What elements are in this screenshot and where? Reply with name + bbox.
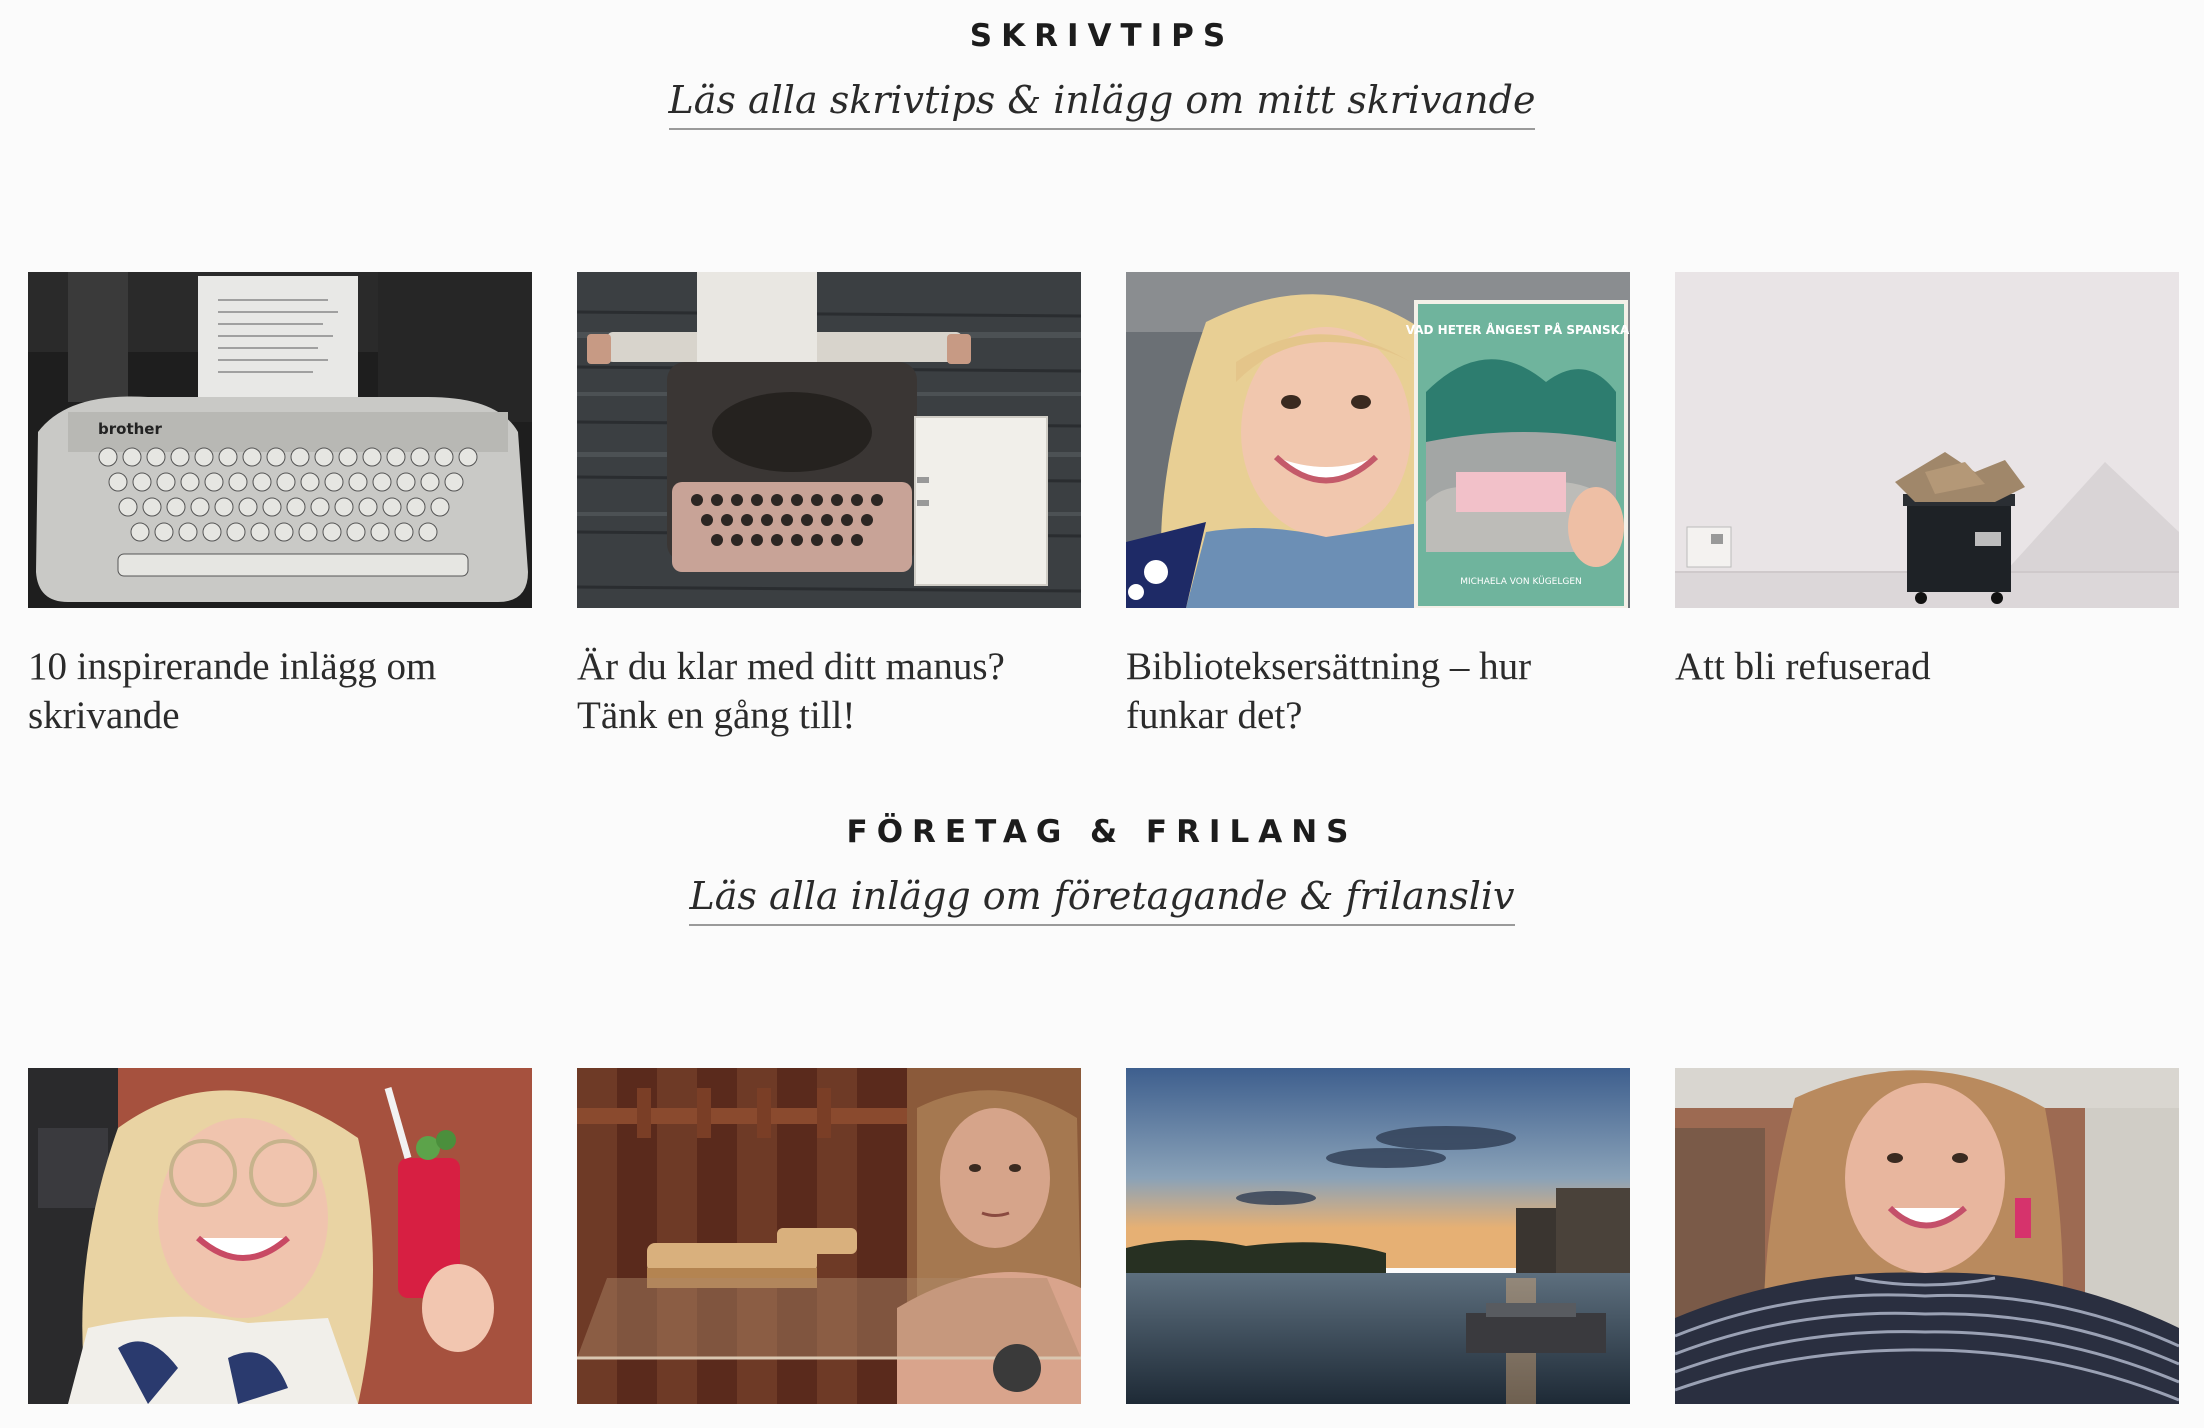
section-title-skrivtips: SKRIVTIPS: [969, 18, 1235, 54]
trash-bin-wall-photo[interactable]: [1675, 272, 2179, 608]
all-foretag-frilans-link[interactable]: Läs alla inlägg om företagande & frilans…: [689, 874, 1515, 926]
section-title-foretag-frilans: FÖRETAG & FRILANS: [846, 814, 1358, 850]
section-link-container: Läs alla skrivtips & inlägg om mitt skri…: [0, 78, 2204, 130]
typewriter-bw-photo[interactable]: brother: [28, 272, 532, 608]
post-card[interactable]: [28, 1068, 532, 1428]
post-card[interactable]: [1126, 1068, 1630, 1428]
post-card[interactable]: Är du klar med ditt manus? Tänk en gång …: [577, 272, 1081, 740]
post-card[interactable]: Att bli refuserad: [1675, 272, 2179, 740]
river-sunset-photo[interactable]: [1126, 1068, 1630, 1404]
post-title[interactable]: Att bli refuserad: [1675, 642, 2179, 691]
post-title[interactable]: Är du klar med ditt manus? Tänk en gång …: [577, 642, 1081, 740]
woman-sauna-photo[interactable]: [577, 1068, 1081, 1404]
typewriter-wooden-table-photo[interactable]: [577, 272, 1081, 608]
post-card[interactable]: [1675, 1068, 2179, 1428]
post-title[interactable]: 10 inspirerande inlägg om skrivande: [28, 642, 532, 740]
book-cover-author: MICHAELA VON KÜGELGEN: [1460, 576, 1582, 587]
post-card[interactable]: [577, 1068, 1081, 1428]
foretag-frilans-post-grid: [28, 1068, 2181, 1428]
post-card[interactable]: brother 10 inspirerande inlägg om skriva…: [28, 272, 532, 740]
all-skrivtips-link[interactable]: Läs alla skrivtips & inlägg om mitt skri…: [668, 78, 1536, 130]
woman-with-drink-photo[interactable]: [28, 1068, 532, 1404]
skrivtips-post-grid: brother 10 inspirerande inlägg om skriva…: [28, 272, 2181, 740]
section-link-container: Läs alla inlägg om företagande & frilans…: [0, 874, 2204, 926]
book-cover-title: VAD HETER ÅNGEST PÅ SPANSKA?: [1406, 322, 1630, 337]
typewriter-brand-text: brother: [98, 420, 162, 438]
post-card[interactable]: VAD HETER ÅNGEST PÅ SPANSKA? MICHAELA VO…: [1126, 272, 1630, 740]
woman-striped-sweater-photo[interactable]: [1675, 1068, 2179, 1404]
post-title[interactable]: Biblioteksersättning – hur funkar det?: [1126, 642, 1630, 740]
woman-with-book-photo[interactable]: VAD HETER ÅNGEST PÅ SPANSKA? MICHAELA VO…: [1126, 272, 1630, 608]
